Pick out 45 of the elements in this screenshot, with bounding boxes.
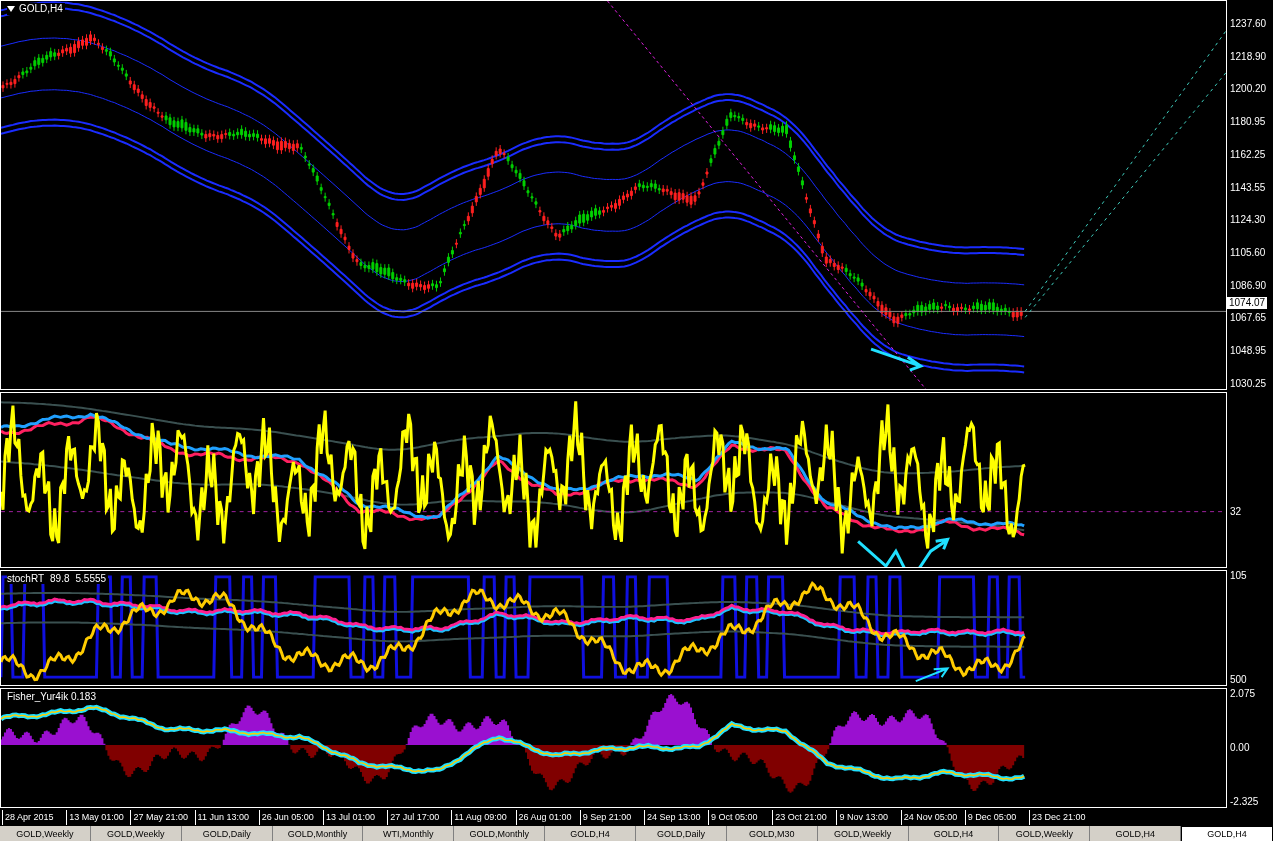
axis-label: 1143.55 xyxy=(1230,181,1267,194)
axis-label: 2.075 xyxy=(1230,688,1257,700)
axis-label: 32 xyxy=(1230,506,1243,518)
axis-label: 1218.90 xyxy=(1230,50,1268,63)
time-label: 24 Nov 05:00 xyxy=(900,810,965,825)
axis-label: 1048.95 xyxy=(1230,345,1268,358)
axis-label: 1162.25 xyxy=(1230,148,1267,161)
axis-label: 1030.25 xyxy=(1230,377,1268,390)
arrow-drawing xyxy=(869,347,924,372)
axis-label: 500 xyxy=(1230,674,1248,686)
indicator-label: stochRT xyxy=(7,573,45,584)
time-label: 9 Nov 13:00 xyxy=(836,810,901,825)
axis-label: 1124.30 xyxy=(1230,214,1267,227)
axis-label: 1200.20 xyxy=(1230,83,1268,96)
time-label: 26 Aug 01:00 xyxy=(515,810,580,825)
time-label: 13 May 01:00 xyxy=(66,810,131,825)
indicator-label: 89.8 xyxy=(50,573,70,584)
time-label: 11 Aug 09:00 xyxy=(451,810,516,825)
axis-label: 1237.60 xyxy=(1230,18,1268,30)
current-price-label: 1074.07 xyxy=(1227,297,1268,309)
axis-label: 105 xyxy=(1230,570,1248,582)
arrow-drawing xyxy=(914,667,950,683)
time-label: 11 Jun 13:00 xyxy=(194,810,259,825)
time-label: 26 Jun 05:00 xyxy=(258,810,323,825)
axis-label: 1067.65 xyxy=(1230,312,1268,325)
axis-label: 0.00 xyxy=(1230,742,1251,754)
time-label: 23 Dec 21:00 xyxy=(1029,810,1094,825)
time-label: 9 Oct 05:00 xyxy=(708,810,773,825)
time-label: 27 May 21:00 xyxy=(130,810,195,825)
chart-title: GOLD,H4 xyxy=(19,3,63,15)
time-label: 28 Apr 2015 xyxy=(2,810,67,825)
axis-label: 1180.95 xyxy=(1230,116,1267,129)
indicator-label: Fisher_Yur4ik 0.183 xyxy=(7,691,96,702)
time-label: 9 Sep 21:00 xyxy=(579,810,644,825)
axis-label: 1105.60 xyxy=(1230,247,1267,260)
time-label: 27 Jul 17:00 xyxy=(387,810,452,825)
dropdown-triangle-icon[interactable] xyxy=(7,6,15,12)
time-label: 13 Jul 01:00 xyxy=(322,810,388,825)
time-label: 9 Dec 05:00 xyxy=(964,810,1029,825)
indicator-label: 5.5555 xyxy=(75,573,107,584)
time-label: 23 Oct 21:00 xyxy=(772,810,837,825)
axis-label: -2.325 xyxy=(1230,796,1260,808)
chart-tab[interactable]: GOLD,H4 xyxy=(1181,826,1273,841)
time-label: 24 Sep 13:00 xyxy=(643,810,709,825)
axis-label: 1086.90 xyxy=(1230,279,1268,292)
